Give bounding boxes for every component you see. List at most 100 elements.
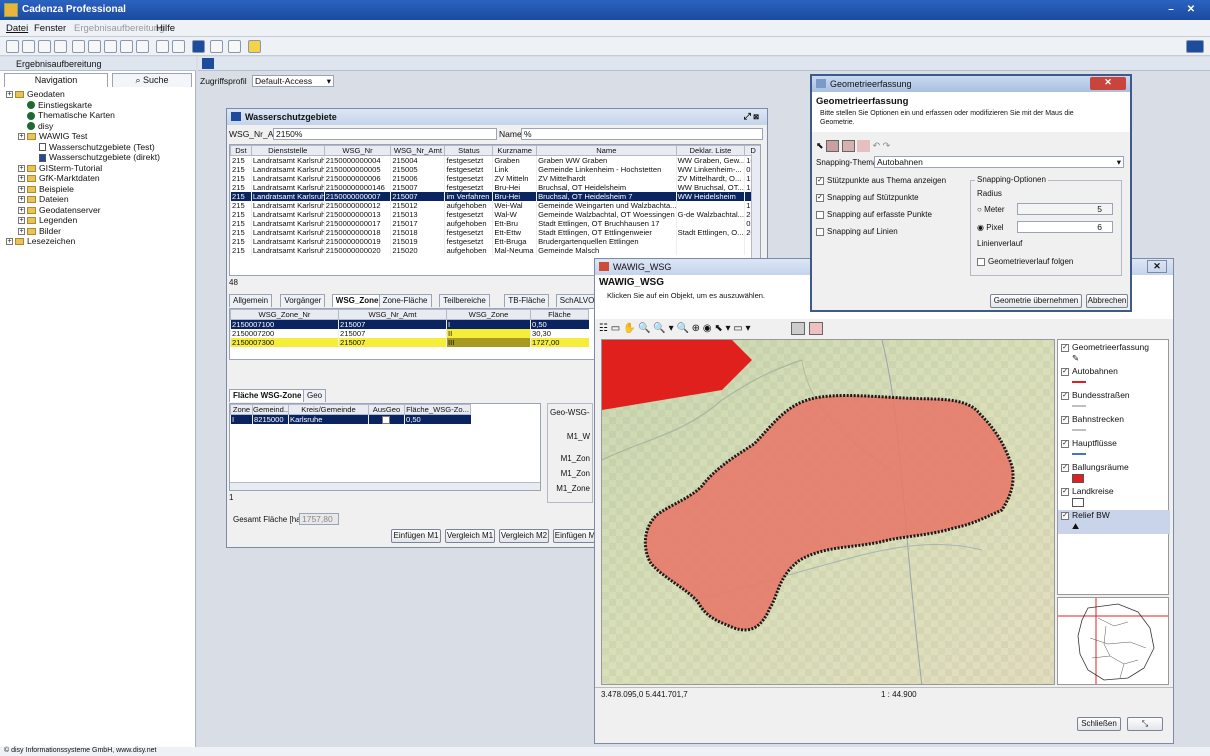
- legend-item[interactable]: ✓ Autobahnen: [1058, 366, 1170, 390]
- expand-icon[interactable]: +: [18, 164, 25, 172]
- column-header[interactable]: WSG_Nr_Amt: [390, 145, 446, 156]
- tab-wsg-zone[interactable]: WSG_Zone: [331, 294, 383, 307]
- expand-icon[interactable]: +: [6, 91, 13, 99]
- tab-flaeche-wsg-zone[interactable]: Fläche WSG-Zone: [229, 389, 306, 402]
- table-row[interactable]: 215 Landratsamt Karlsruhe 2150000000018 215…: [230, 228, 760, 237]
- tab-teilbereiche[interactable]: Teilbereiche: [439, 294, 490, 307]
- expand-icon[interactable]: +: [18, 175, 25, 183]
- zoom-icon[interactable]: [88, 40, 101, 53]
- column-header[interactable]: Kurzname: [492, 145, 538, 156]
- tab-vorg-nger[interactable]: Vorgänger: [280, 294, 326, 307]
- legend-item[interactable]: ✓ Landkreise: [1058, 486, 1170, 510]
- legend-item[interactable]: ✓ Bundesstraßen: [1058, 390, 1170, 414]
- column-header[interactable]: Fläche_WSG-Zo...: [404, 404, 471, 415]
- checkbox-checked-icon[interactable]: ✓: [1061, 415, 1069, 424]
- undo-redo-icon[interactable]: ↶ ↷: [873, 140, 891, 150]
- tree-item[interactable]: disy: [6, 121, 192, 132]
- checkbox-checked-icon[interactable]: ✓: [1061, 343, 1069, 352]
- snapping-theme-select[interactable]: Autobahnen ▾: [874, 156, 1124, 168]
- layers-icon[interactable]: [156, 40, 169, 53]
- einfuegen-m2-button[interactable]: Einfügen M: [553, 529, 597, 543]
- tree-icon[interactable]: [38, 40, 51, 53]
- table-row[interactable]: 215 Landratsamt Karlsruhe 2150000000013 215…: [230, 210, 760, 219]
- tab-schalvo[interactable]: SchALVO: [555, 294, 599, 307]
- legend-item[interactable]: ✓ Ballungsräume: [1058, 462, 1170, 486]
- home-icon[interactable]: [6, 40, 19, 53]
- horizontal-scrollbar[interactable]: [230, 482, 540, 490]
- window-icon[interactable]: [136, 40, 149, 53]
- expand-icon[interactable]: +: [18, 206, 25, 214]
- table-row[interactable]: I 8215000 Karlsruhe 0,50: [230, 414, 471, 424]
- apply-geometry-button[interactable]: Geometrie übernehmen: [990, 294, 1082, 308]
- map-tools-icon[interactable]: ☷ ▭ ✋ 🔍 🔍 ▾ 🔍 ⊕ ◉ ⬉ ▾ ▭ ▾: [599, 323, 751, 334]
- measure-icon[interactable]: [791, 322, 805, 335]
- column-header[interactable]: WSG_Nr: [323, 145, 392, 156]
- table-row[interactable]: 215 Landratsamt Karlsruhe 2150000000019 215…: [230, 237, 760, 246]
- legend-item[interactable]: ✓ Relief BW ⛰: [1058, 510, 1170, 534]
- close-window-icon[interactable]: ✕: [1180, 2, 1202, 17]
- ausgeo-checkbox[interactable]: [368, 414, 405, 424]
- pixel-input[interactable]: 6: [1017, 221, 1113, 233]
- tree-item[interactable]: + Bilder: [6, 226, 192, 237]
- snapping-checkbox[interactable]: Snapping auf erfasste Punkte: [816, 210, 972, 227]
- tree-item[interactable]: + GfK-Marktdaten: [6, 173, 192, 184]
- table-row[interactable]: 2150007300 215007 III 1727,00: [230, 338, 589, 347]
- filter-wsg-nr-input[interactable]: 2150%: [273, 128, 497, 140]
- close-icon[interactable]: ✕: [1147, 260, 1167, 273]
- column-header[interactable]: Dienststelle: [250, 145, 325, 156]
- help-icon[interactable]: [248, 40, 261, 53]
- expand-icon[interactable]: +: [18, 227, 25, 235]
- tree-item[interactable]: Einstiegskarte: [6, 100, 192, 111]
- column-header[interactable]: WSG_Zone: [446, 309, 531, 320]
- table-row[interactable]: 215 Landratsamt Karlsruhe 2150000000012 215…: [230, 201, 760, 210]
- menu-datei[interactable]: Datei: [6, 23, 28, 34]
- table-icon[interactable]: [72, 40, 85, 53]
- tree-item[interactable]: Wasserschutzgebiete (direkt): [6, 152, 192, 163]
- expand-icon[interactable]: +: [18, 196, 25, 204]
- column-header[interactable]: Kreis/Gemeinde: [288, 404, 369, 415]
- tree-item[interactable]: + WAWIG Test: [6, 131, 192, 142]
- tree-item[interactable]: + GISterm-Tutorial: [6, 163, 192, 174]
- vergleich-m1-button[interactable]: Vergleich M1: [445, 529, 495, 543]
- pointer-icon[interactable]: ⬉: [816, 140, 824, 150]
- edit-geometry-icon[interactable]: [809, 322, 823, 335]
- vergleich-m2-button[interactable]: Vergleich M2: [499, 529, 549, 543]
- expand-icon[interactable]: +: [18, 133, 25, 141]
- pixel-radio[interactable]: ◉ Pixel: [977, 223, 1004, 232]
- profile-select[interactable]: Default-Access ▾: [252, 75, 334, 87]
- column-header[interactable]: Deklar. Liste: [675, 145, 746, 156]
- cancel-button[interactable]: Abbrechen: [1086, 294, 1128, 308]
- grid-icon[interactable]: [172, 40, 185, 53]
- checkbox-checked-icon[interactable]: ✓: [1061, 367, 1069, 376]
- table-row[interactable]: 215 Landratsamt Karlsruhe 2150000000004 215…: [230, 155, 760, 165]
- tree-item[interactable]: + Geodatenserver: [6, 205, 192, 216]
- table-row[interactable]: 215 Landratsamt Karlsruhe 2150000000006 215…: [230, 174, 760, 183]
- tree-item[interactable]: Wasserschutzgebiete (Test): [6, 142, 192, 153]
- legend-item[interactable]: ✓ Hauptflüsse: [1058, 438, 1170, 462]
- tab-geo[interactable]: Geo: [303, 389, 327, 402]
- collapse-icon[interactable]: ⤡: [1127, 717, 1163, 731]
- table-row[interactable]: 2150007200 215007 II 30,30: [230, 329, 589, 338]
- expand-icon[interactable]: +: [18, 217, 25, 225]
- filter-name-input[interactable]: %: [521, 128, 763, 140]
- menu-hilfe[interactable]: Hilfe: [156, 23, 175, 34]
- tree-item[interactable]: + Geodaten: [6, 89, 192, 100]
- export-icon[interactable]: [210, 40, 223, 53]
- column-header[interactable]: AusGeo: [368, 404, 405, 415]
- meter-radio[interactable]: ○ Meter: [977, 205, 1005, 214]
- map-icon[interactable]: [120, 40, 133, 53]
- table-row[interactable]: 215 Landratsamt Karlsruhe 2150000000005 215…: [230, 165, 760, 174]
- zoom-out-icon[interactable]: [104, 40, 117, 53]
- checkbox-checked-icon[interactable]: ✓: [1061, 391, 1069, 400]
- monitor-icon[interactable]: [192, 40, 205, 53]
- tab-search[interactable]: ⌕ Suche: [112, 73, 192, 87]
- split-polygon-icon[interactable]: [857, 140, 871, 152]
- expand-icon[interactable]: +: [18, 185, 25, 193]
- menu-ergebnisaufbereitung[interactable]: Ergebnisaufbereitung: [74, 23, 164, 34]
- column-header[interactable]: WSG_Zone_Nr: [230, 309, 339, 320]
- tab-allgemein[interactable]: Allgemein: [229, 294, 273, 307]
- snapping-checkbox[interactable]: ✓ Stützpunkte aus Thema anzeigen: [816, 176, 972, 193]
- snapping-checkbox[interactable]: Snapping auf Linien: [816, 227, 972, 244]
- column-header[interactable]: Fläche: [530, 309, 589, 320]
- overview-map[interactable]: [1057, 597, 1169, 685]
